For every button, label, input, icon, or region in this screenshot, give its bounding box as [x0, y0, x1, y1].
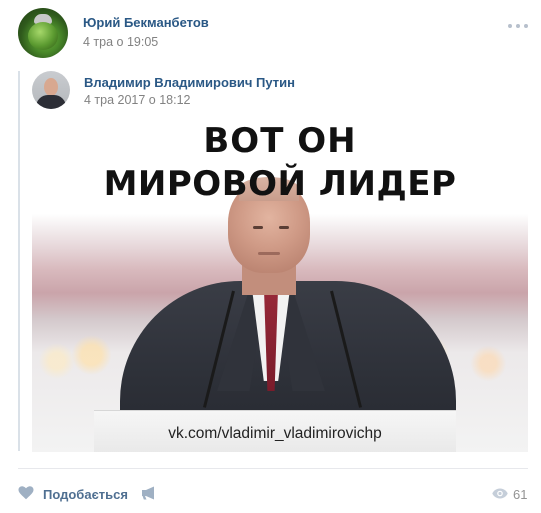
heart-icon[interactable]	[18, 486, 34, 500]
views-count: 61	[513, 487, 528, 502]
author-avatar[interactable]	[18, 8, 68, 58]
image-caption-line2: МИРОВОЙ ЛИДЕР	[103, 164, 457, 204]
post-image[interactable]: ВОТ ОН МИРОВОЙ ЛИДЕР vk.com/vladimir_vla…	[32, 121, 528, 452]
author-name[interactable]: Юрий Бекманбетов	[83, 15, 209, 30]
eye-icon	[492, 488, 508, 499]
repost-author-name[interactable]: Владимир Владимирович Путин	[84, 75, 295, 90]
podium-text: vk.com/vladimir_vladimirovichp	[168, 425, 382, 442]
actions-divider	[18, 468, 528, 469]
like-button[interactable]: Подобається	[43, 487, 128, 502]
post-card: Юрий Бекманбетов 4 тра о 19:05 Владимир …	[0, 0, 541, 513]
megaphone-icon[interactable]	[140, 486, 158, 500]
post-date[interactable]: 4 тра о 19:05	[83, 35, 158, 49]
image-caption-line1: ВОТ ОН	[203, 121, 357, 161]
repost-date[interactable]: 4 тра 2017 о 18:12	[84, 93, 191, 107]
more-dots-icon[interactable]	[508, 22, 530, 30]
avatar-figure	[28, 22, 58, 50]
repost-divider	[18, 71, 20, 451]
repost-avatar[interactable]	[32, 71, 70, 109]
